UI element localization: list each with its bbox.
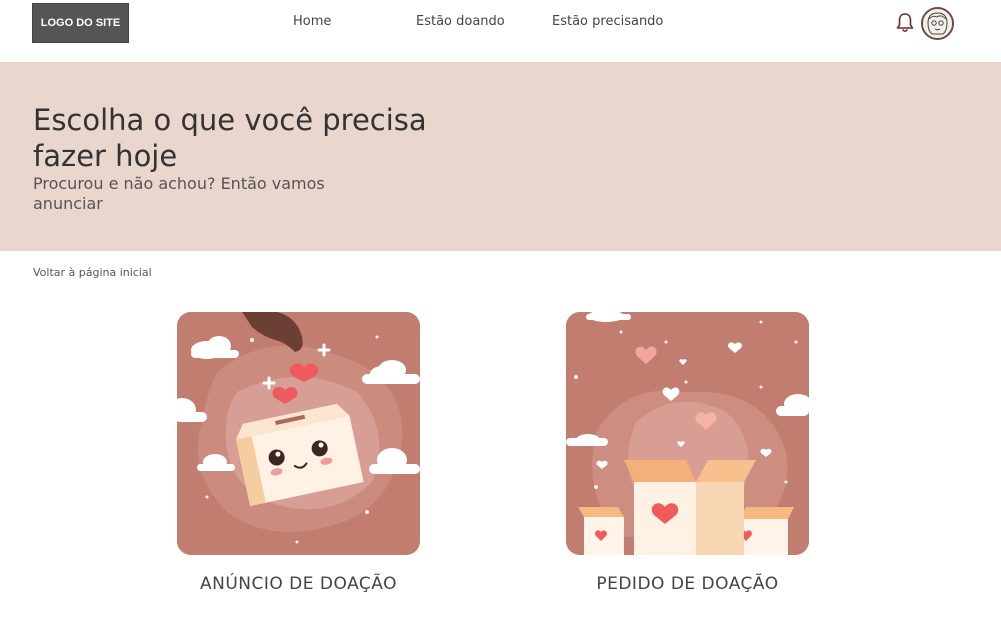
site-header: LOGO DO SITE Home Estão doando Estão pre… bbox=[0, 0, 1001, 62]
nav-needing-link[interactable]: Estão precisando bbox=[552, 14, 663, 29]
back-to-home-link[interactable]: Voltar à página inicial bbox=[33, 266, 152, 279]
page-subtitle: Procurou e não achou? Então vamos anunci… bbox=[33, 174, 325, 213]
hero-banner: Escolha o que você precisa fazer hoje Pr… bbox=[0, 62, 1001, 251]
donation-request-card[interactable] bbox=[566, 312, 809, 555]
donation-ad-card[interactable] bbox=[177, 312, 420, 555]
page-title: Escolha o que você precisa fazer hoje bbox=[33, 103, 427, 173]
bell-icon[interactable] bbox=[895, 12, 915, 34]
avatar[interactable] bbox=[921, 7, 954, 40]
site-logo[interactable]: LOGO DO SITE bbox=[32, 3, 129, 43]
nav-donating-link[interactable]: Estão doando bbox=[416, 14, 505, 29]
donation-box-illustration bbox=[177, 312, 420, 555]
gift-boxes-hearts-illustration bbox=[566, 312, 809, 555]
nav-home-link[interactable]: Home bbox=[293, 14, 331, 29]
donation-request-label[interactable]: PEDIDO DE DOAÇÃO bbox=[539, 574, 836, 594]
donation-ad-label[interactable]: ANÚNCIO DE DOAÇÃO bbox=[150, 574, 447, 594]
